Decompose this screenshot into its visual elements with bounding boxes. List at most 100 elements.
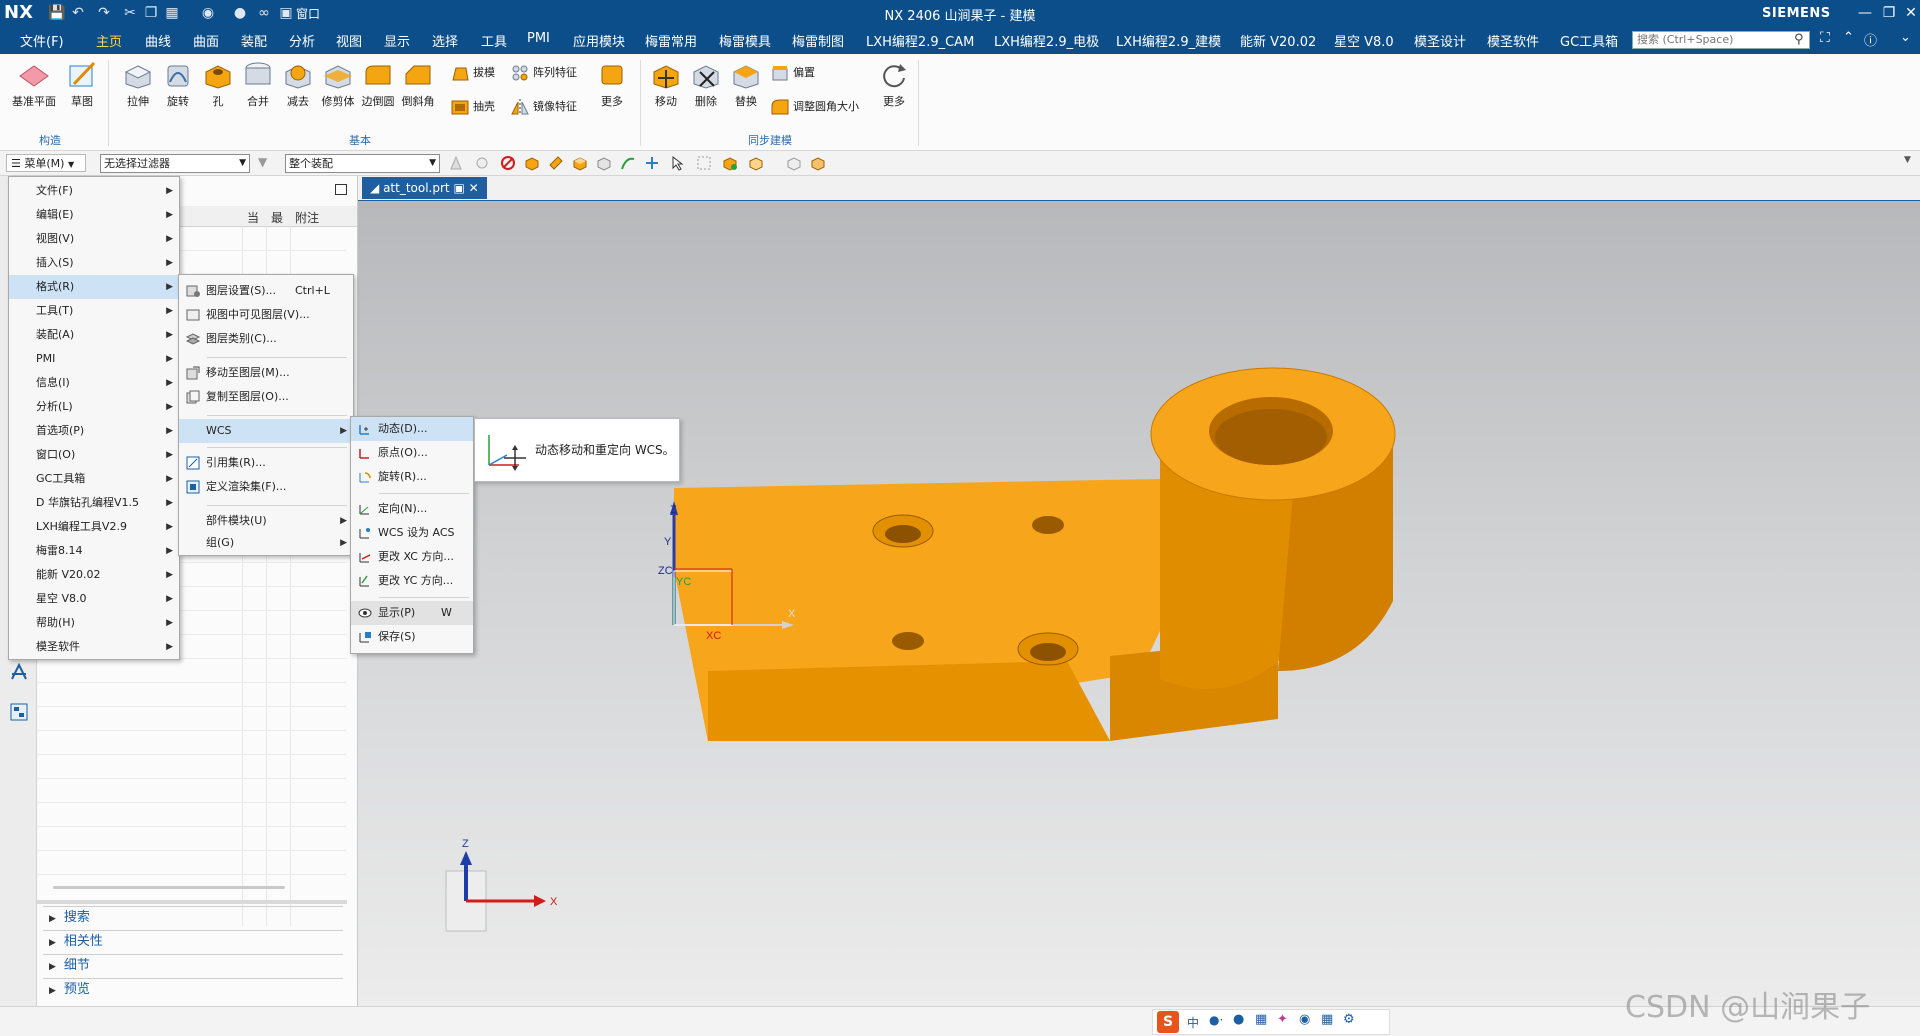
model-view[interactable]: Z ZC YC XC X Y Z X xyxy=(358,201,1920,1006)
tab-14[interactable]: 梅雷制图 xyxy=(792,31,844,50)
pattern-feature-button[interactable]: 阵列特征 xyxy=(510,64,577,82)
pin-icon[interactable]: ▣ xyxy=(453,181,464,195)
column-header[interactable]: 附注 xyxy=(295,209,319,226)
skin-icon[interactable]: ✦ xyxy=(1277,1012,1288,1027)
help-icon[interactable]: ⓘ xyxy=(1864,30,1877,49)
deselect-icon[interactable] xyxy=(500,155,516,171)
tab-8[interactable]: 选择 xyxy=(432,31,458,50)
select-sheet-icon[interactable] xyxy=(596,155,612,171)
punctuation-icon[interactable]: ●⋅ xyxy=(1209,1013,1223,1027)
lasso-icon[interactable] xyxy=(696,155,712,171)
copy-to-layer-item[interactable]: 复制至图层(O)... xyxy=(179,385,353,409)
microphone-icon[interactable]: ● xyxy=(1233,1012,1244,1027)
ime-lang-toggle[interactable]: 中 xyxy=(1187,1014,1199,1031)
tab-9[interactable]: 工具 xyxy=(481,31,507,50)
search-icon[interactable]: ⚲ xyxy=(1794,32,1804,47)
main-menu-item[interactable]: GC工具箱 ▶ xyxy=(9,467,179,491)
main-menu-item[interactable]: 插入(S) ▶ xyxy=(9,251,179,275)
wcs-display-item[interactable]: 显示(P) W xyxy=(351,601,473,625)
main-menu-item[interactable]: 分析(L) ▶ xyxy=(9,395,179,419)
chamfer-button[interactable]: 倒斜角 xyxy=(392,58,444,109)
main-menu-item[interactable]: 工具(T) ▶ xyxy=(9,299,179,323)
render-set-item[interactable]: 定义渲染集(F)... xyxy=(179,475,353,499)
keyboard-icon[interactable]: ▦ xyxy=(1255,1012,1267,1027)
hole[interactable] xyxy=(1030,643,1066,661)
offset-face-button[interactable]: 偏置 xyxy=(770,64,815,82)
wcs-origin-item[interactable]: 原点(O)... xyxy=(351,441,473,465)
tab-2[interactable]: 曲线 xyxy=(145,31,171,50)
fullscreen-icon[interactable]: ⛶ xyxy=(1820,30,1830,46)
basic-more-button[interactable]: 更多 xyxy=(586,58,638,109)
graphics-window[interactable]: Z ZC YC XC X Y Z X xyxy=(358,201,1920,1006)
main-menu-item[interactable]: 星空 V8.0 ▶ xyxy=(9,587,179,611)
select-face-icon[interactable] xyxy=(548,155,564,171)
search-input[interactable] xyxy=(1632,31,1810,49)
component-select-icon[interactable] xyxy=(722,155,738,171)
tab-5[interactable]: 分析 xyxy=(289,31,315,50)
layer-settings-item[interactable]: 图层设置(S)... Ctrl+L xyxy=(179,279,353,303)
main-menu-item[interactable]: PMI ▶ xyxy=(9,347,179,371)
main-menu-item[interactable]: 装配(A) ▶ xyxy=(9,323,179,347)
tab-15[interactable]: LXH编程2.9_CAM xyxy=(866,31,974,50)
tab-3[interactable]: 曲面 xyxy=(193,31,219,50)
settings-icon[interactable]: ⚙ xyxy=(1343,1012,1355,1027)
sync-more-button[interactable]: 更多 xyxy=(868,58,920,109)
wcs-dynamic-item[interactable]: 动态(D)... xyxy=(351,417,473,441)
assembly-select-icon[interactable] xyxy=(748,155,764,171)
assembly-navigator-icon[interactable] xyxy=(9,702,29,722)
wcs-rotate-item[interactable]: 旋转(R)... xyxy=(351,465,473,489)
tab-20[interactable]: 模圣设计 xyxy=(1414,31,1466,50)
tab-6[interactable]: 视图 xyxy=(336,31,362,50)
view-body-icon[interactable] xyxy=(786,155,802,171)
document-tab[interactable]: ◢ att_tool.prt ▣ ✕ xyxy=(362,177,487,199)
main-menu-item[interactable]: 能新 V20.02 ▶ xyxy=(9,563,179,587)
column-header[interactable]: 当 xyxy=(247,209,259,226)
wcs-change-xc-item[interactable]: 更改 XC 方向... xyxy=(351,545,473,569)
select-body-icon[interactable] xyxy=(524,155,540,171)
toolbox-icon[interactable]: ▦ xyxy=(1321,1012,1333,1027)
tab-19[interactable]: 星空 V8.0 xyxy=(1334,31,1394,50)
reference-set-item[interactable]: 引用集(R)... xyxy=(179,451,353,475)
main-menu-item[interactable]: 模圣软件 ▶ xyxy=(9,635,179,659)
select-all-icon[interactable] xyxy=(448,155,464,171)
tab-18[interactable]: 能新 V20.02 xyxy=(1240,31,1316,50)
select-curve-icon[interactable] xyxy=(620,155,636,171)
view-solid-icon[interactable] xyxy=(810,155,826,171)
main-menu-item[interactable]: 文件(F) ▶ xyxy=(9,179,179,203)
wcs-set-as-acs-item[interactable]: WCS 设为 ACS xyxy=(351,521,473,545)
select-feature-icon[interactable] xyxy=(474,155,490,171)
ribbon-options-icon[interactable]: ⌄ xyxy=(1900,30,1911,45)
menu-button[interactable]: ☰ 菜单(M) ▼ xyxy=(6,154,86,172)
visible-layers-item[interactable]: 视图中可见图层(V)... xyxy=(179,303,353,327)
filter-icon[interactable]: ▼ xyxy=(258,155,274,171)
main-menu-item[interactable]: 首选项(P) ▶ xyxy=(9,419,179,443)
main-menu-item[interactable]: 信息(I) ▶ xyxy=(9,371,179,395)
replace-face-button[interactable]: 替换 xyxy=(720,58,772,109)
preview-section[interactable]: ▶ 预览 xyxy=(43,978,343,1001)
hole[interactable] xyxy=(885,525,921,543)
move-to-layer-item[interactable]: 移动至图层(M)... xyxy=(179,361,353,385)
toolbar-options-icon[interactable]: ▼ xyxy=(1904,155,1911,165)
minimize-icon[interactable]: — xyxy=(1854,3,1876,23)
main-menu-item[interactable]: 编辑(E) ▶ xyxy=(9,203,179,227)
main-menu-item[interactable]: LXH编程工具V2.9 ▶ xyxy=(9,515,179,539)
sketch-button[interactable]: 草图 xyxy=(56,58,108,109)
hole[interactable] xyxy=(1032,516,1064,534)
close-icon[interactable]: ✕ xyxy=(1900,3,1920,23)
sogou-ime-icon[interactable]: S xyxy=(1157,1011,1179,1033)
plate-side-face[interactable] xyxy=(708,661,1110,741)
tab-22[interactable]: GC工具箱 xyxy=(1560,31,1618,50)
main-menu-item[interactable]: 格式(R) ▶ xyxy=(9,275,179,299)
type-filter-select[interactable]: 无选择过滤器 ▼ xyxy=(100,154,250,173)
datum-plane-button[interactable]: 基准平面 xyxy=(8,58,60,109)
tab-11[interactable]: 应用模块 xyxy=(573,31,625,50)
wcs-orient-item[interactable]: 定向(N)... xyxy=(351,497,473,521)
hole[interactable] xyxy=(892,632,924,650)
tab-12[interactable]: 梅雷常用 xyxy=(645,31,697,50)
wcs-change-yc-item[interactable]: 更改 YC 方向... xyxy=(351,569,473,593)
details-section[interactable]: ▶ 细节 xyxy=(43,954,343,977)
game-icon[interactable]: ◉ xyxy=(1299,1012,1310,1027)
tab-4[interactable]: 装配 xyxy=(241,31,267,50)
shell-button[interactable]: 抽壳 xyxy=(450,98,495,116)
snap-point-icon[interactable] xyxy=(644,155,660,171)
